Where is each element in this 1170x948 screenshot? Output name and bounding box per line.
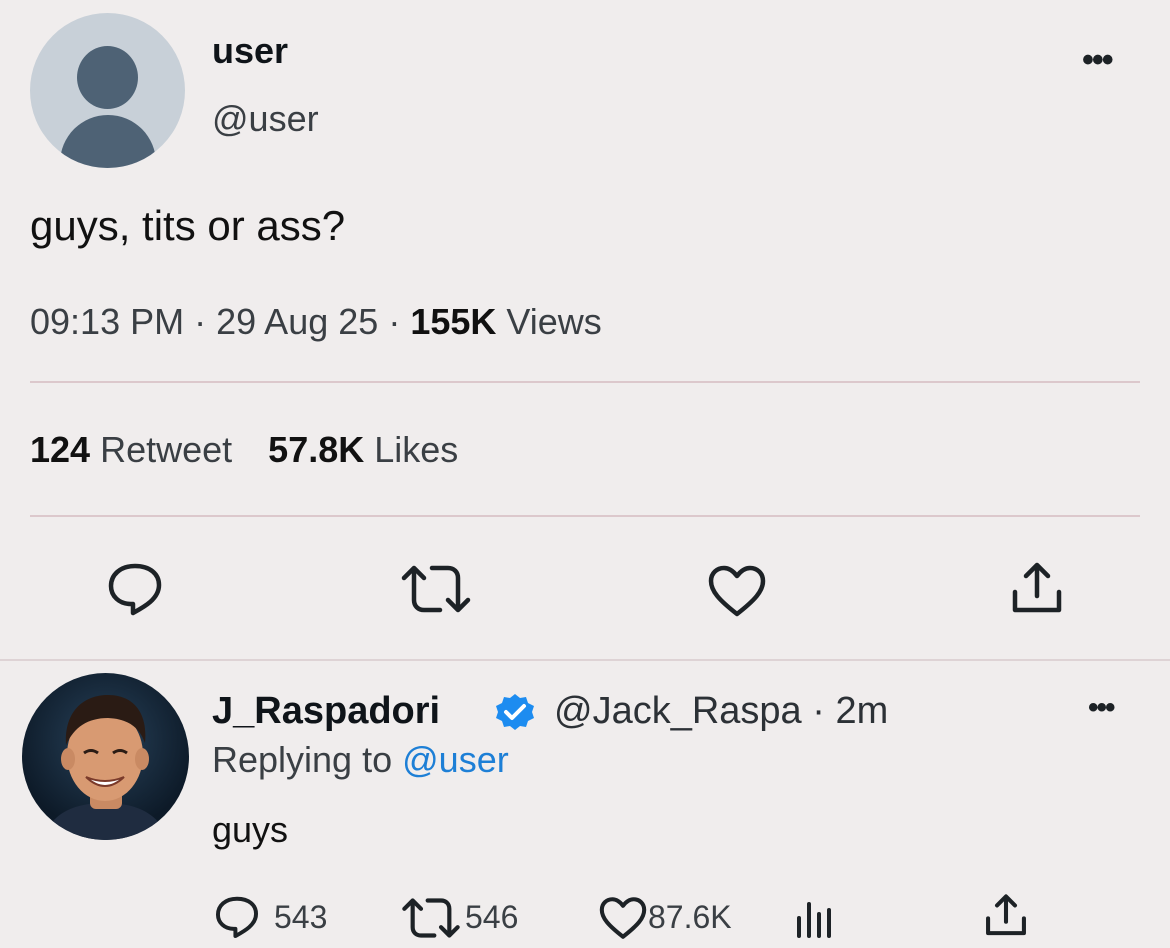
avatar-shoulders-shape — [60, 115, 156, 168]
retweets-stat[interactable]: 124 Retweet — [30, 429, 232, 470]
share-icon[interactable] — [1010, 562, 1064, 616]
reply-count: 543 — [274, 899, 328, 935]
divider — [30, 515, 1140, 517]
tweet-date[interactable]: 29 Aug 25 — [216, 301, 378, 342]
avatar-head-shape — [77, 46, 138, 109]
tweet-divider — [0, 659, 1170, 661]
likes-count: 57.8K — [268, 429, 365, 470]
views-label: Views — [506, 301, 602, 342]
replying-to-line: Replying to @user — [212, 738, 509, 782]
likes-stat[interactable]: 57.8K Likes — [268, 429, 458, 470]
views-count: 155K — [410, 301, 497, 342]
verified-badge-icon — [494, 692, 536, 739]
tweet-stats: 124 Retweet 57.8K Likes — [30, 428, 458, 472]
like-icon[interactable] — [598, 896, 648, 940]
replying-to-mention[interactable]: @user — [402, 739, 509, 780]
reply-age[interactable]: 2m — [835, 690, 888, 732]
reply-more-options-icon[interactable]: ••• — [1088, 690, 1115, 726]
reply-author-handle[interactable]: @Jack_Raspa — [554, 690, 802, 732]
retweet-count: 124 — [30, 429, 91, 470]
author-display-name[interactable]: user — [212, 30, 288, 72]
more-options-icon[interactable]: ••• — [1082, 40, 1114, 80]
like-count: 87.6K — [648, 899, 732, 935]
views-stats-icon[interactable] — [795, 896, 835, 940]
reply-author-name[interactable]: J_Raspadori — [212, 688, 440, 734]
like-icon[interactable] — [707, 564, 767, 618]
meta-separator: · — [388, 301, 401, 342]
retweet-label: Retweet — [100, 429, 233, 470]
reply-text: guys — [212, 809, 289, 850]
tweet-text: guys, tits or ass? — [30, 202, 346, 249]
reply-icon[interactable] — [214, 895, 260, 939]
reply-avatar[interactable] — [22, 673, 189, 840]
retweet-icon[interactable] — [401, 897, 461, 939]
author-handle[interactable]: @user — [212, 98, 319, 140]
divider — [30, 381, 1140, 383]
replying-to-prefix: Replying to — [212, 739, 393, 780]
likes-label: Likes — [374, 429, 459, 470]
retweet-icon[interactable] — [400, 564, 472, 614]
default-avatar[interactable] — [30, 13, 185, 168]
tweet-meta: 09:13 PM · 29 Aug 25 · 155K Views — [30, 300, 602, 344]
profile-photo-icon — [42, 695, 169, 840]
meta-separator: · — [812, 690, 825, 732]
meta-separator: · — [194, 301, 207, 342]
reply-icon[interactable] — [106, 562, 164, 616]
retweet-count: 546 — [465, 899, 519, 935]
share-icon[interactable] — [984, 894, 1028, 938]
reply-author-handle-and-age: @Jack_Raspa · 2m — [554, 688, 888, 734]
tweet-time[interactable]: 09:13 PM — [30, 301, 184, 342]
